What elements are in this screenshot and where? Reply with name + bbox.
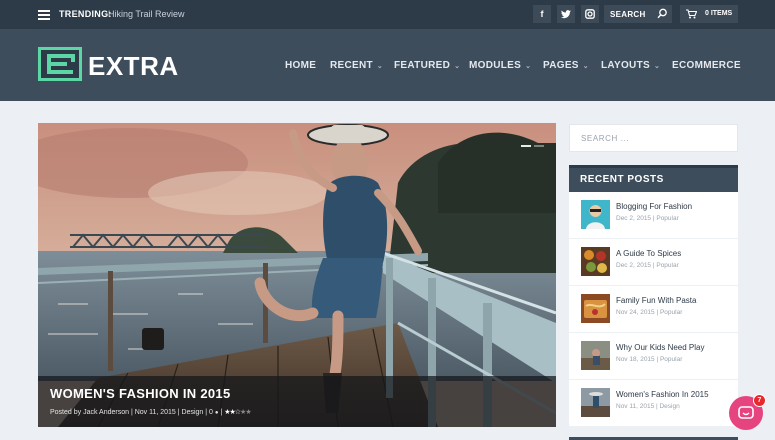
nav-recent-label: RECENT <box>330 60 373 71</box>
cart-button[interactable]: 0 ITEMS <box>680 5 738 23</box>
post-meta: Nov 11, 2015 | Design <box>616 403 680 410</box>
top-search-label: SEARCH <box>610 10 646 19</box>
hamburger-menu-icon[interactable] <box>38 10 50 20</box>
rating-stars-icon: ★★☆★★ <box>224 409 252 416</box>
post-thumbnail <box>581 247 610 276</box>
recent-posts-header: RECENT POSTS <box>569 165 738 192</box>
recent-posts-list: Blogging For Fashion Dec 2, 2015 | Popul… <box>569 192 738 427</box>
post-thumbnail <box>581 388 610 417</box>
featured-post-title[interactable]: WOMEN'S FASHION IN 2015 <box>50 386 230 401</box>
site-header: EXTRA HOME RECENT ⌄ FEATURED ⌄ MODULES ⌄ PA… <box>0 29 775 101</box>
list-item[interactable]: Women's Fashion In 2015 Nov 11, 2015 | D… <box>569 380 738 427</box>
twitter-icon[interactable] <box>557 5 575 23</box>
chat-notification-badge: 7 <box>753 394 766 407</box>
post-meta: Dec 2, 2015 | Popular <box>616 262 679 269</box>
search-icon <box>657 8 667 19</box>
chevron-down-icon: ⌄ <box>376 63 384 70</box>
nav-recent[interactable]: RECENT ⌄ <box>330 60 383 71</box>
nav-layouts-label: LAYOUTS <box>601 60 650 71</box>
chevron-down-icon: ⌄ <box>653 63 661 70</box>
post-meta: Dec 2, 2015 | Popular <box>616 215 679 222</box>
chat-icon <box>738 406 754 419</box>
nav-modules[interactable]: MODULES ⌄ <box>469 60 531 71</box>
logo-text[interactable]: EXTRA <box>88 51 179 82</box>
nav-home[interactable]: HOME <box>285 60 316 71</box>
nav-featured-label: FEATURED <box>394 60 451 71</box>
logo-icon[interactable] <box>38 47 82 81</box>
nav-pages[interactable]: PAGES ⌄ <box>543 60 589 71</box>
nav-pages-label: PAGES <box>543 60 579 71</box>
featured-post-caption: WOMEN'S FASHION IN 2015 Posted by Jack A… <box>38 376 556 427</box>
list-item[interactable]: Family Fun With Pasta Nov 24, 2015 | Pop… <box>569 286 738 333</box>
slider-dot[interactable] <box>521 145 531 147</box>
nav-featured[interactable]: FEATURED ⌄ <box>394 60 460 71</box>
sidebar-search-input[interactable]: SEARCH ... <box>569 124 738 152</box>
chevron-down-icon: ⌄ <box>454 63 461 70</box>
featured-post-meta: Posted by Jack Anderson | Nov 11, 2015 |… <box>50 408 252 416</box>
post-thumbnail <box>581 294 610 323</box>
nav-layouts[interactable]: LAYOUTS ⌄ <box>601 60 660 71</box>
post-title[interactable]: A Guide To Spices <box>616 249 681 258</box>
comment-icon: ● <box>214 410 219 416</box>
slider-pagination[interactable] <box>518 134 544 152</box>
list-item[interactable]: A Guide To Spices Dec 2, 2015 | Popular <box>569 239 738 286</box>
post-meta: Nov 18, 2015 | Popular <box>616 356 683 363</box>
nav-home-label: HOME <box>285 60 317 71</box>
featured-post-slide[interactable]: WOMEN'S FASHION IN 2015 Posted by Jack A… <box>38 123 556 427</box>
facebook-icon[interactable]: f <box>533 5 551 23</box>
post-thumbnail <box>581 200 610 229</box>
nav-ecommerce[interactable]: ECOMMERCE <box>672 60 741 71</box>
rating-stars-empty: ★★ <box>240 409 252 416</box>
list-item[interactable]: Why Our Kids Need Play Nov 18, 2015 | Po… <box>569 333 738 380</box>
chevron-down-icon: ⌄ <box>525 63 532 70</box>
nav-ecommerce-label: ECOMMERCE <box>672 60 741 71</box>
recent-posts-title: RECENT POSTS <box>580 174 664 185</box>
top-bar: TRENDING: Hiking Trail Review f SEARCH 0… <box>0 0 775 29</box>
sidebar-search-placeholder: SEARCH ... <box>581 134 630 143</box>
chevron-down-icon: ⌄ <box>582 63 589 70</box>
post-title[interactable]: Family Fun With Pasta <box>616 296 696 305</box>
rating-stars-filled: ★★☆ <box>224 409 241 416</box>
cart-items-count: 0 ITEMS <box>705 10 733 17</box>
list-item[interactable]: Blogging For Fashion Dec 2, 2015 | Popul… <box>569 192 738 239</box>
post-thumbnail <box>581 341 610 370</box>
post-meta: Nov 24, 2015 | Popular <box>616 309 683 316</box>
cart-icon <box>686 9 697 19</box>
post-title[interactable]: Why Our Kids Need Play <box>616 343 704 352</box>
top-search-button[interactable]: SEARCH <box>604 5 672 23</box>
trending-link[interactable]: Hiking Trail Review <box>108 9 185 19</box>
instagram-icon[interactable] <box>581 5 599 23</box>
post-title[interactable]: Blogging For Fashion <box>616 202 692 211</box>
featured-post-meta-text: Posted by Jack Anderson | Nov 11, 2015 |… <box>50 409 213 416</box>
trending-label: TRENDING: <box>59 9 112 19</box>
post-title[interactable]: Women's Fashion In 2015 <box>616 390 709 399</box>
nav-modules-label: MODULES <box>469 60 522 71</box>
slider-dot[interactable] <box>534 145 544 147</box>
